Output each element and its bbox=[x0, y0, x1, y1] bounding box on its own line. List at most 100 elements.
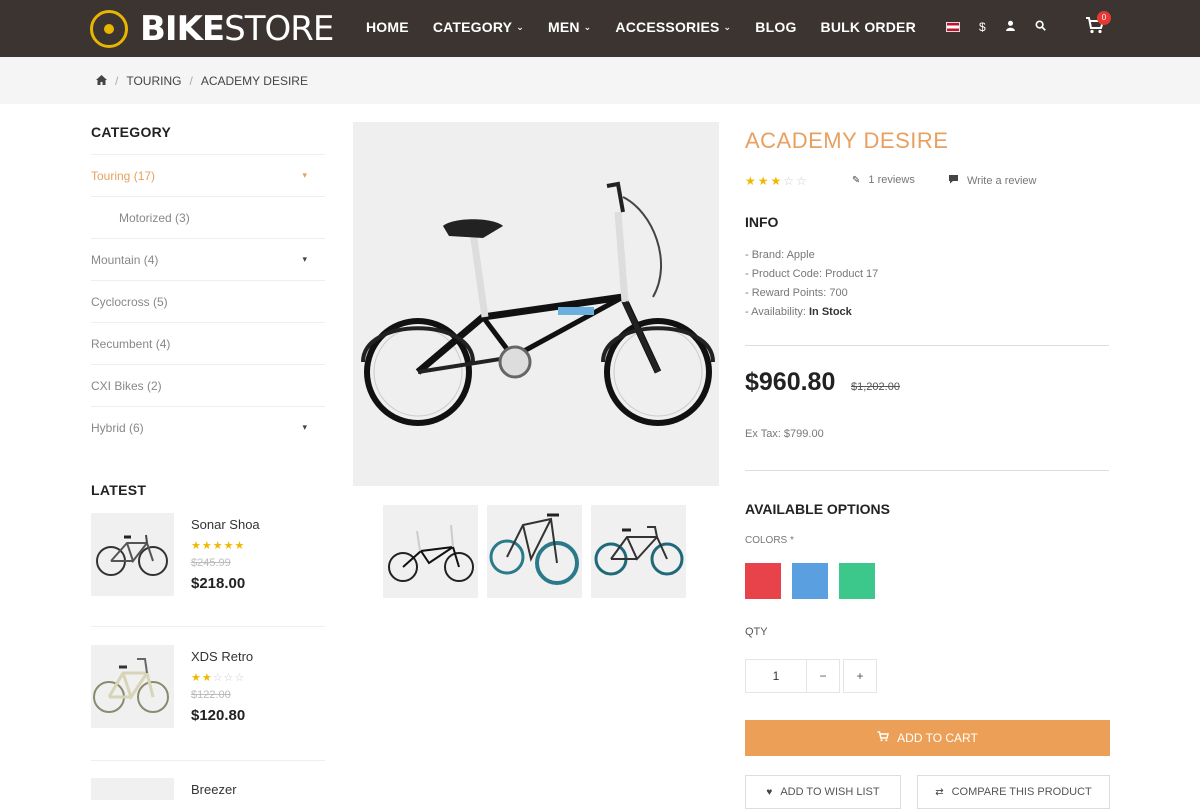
info-label: - Availability: bbox=[745, 306, 809, 318]
latest-item[interactable]: Breezer bbox=[91, 778, 325, 800]
breadcrumb-touring[interactable]: TOURING bbox=[126, 74, 181, 88]
product-thumb-1[interactable] bbox=[383, 505, 478, 598]
chevron-down-icon: ⌄ bbox=[516, 21, 524, 32]
latest-item-name[interactable]: Sonar Shoa bbox=[191, 517, 260, 532]
info-availability: - Availability: In Stock bbox=[745, 303, 878, 322]
site-logo[interactable]: BIKESTORE bbox=[90, 9, 334, 49]
product-thumb-2[interactable] bbox=[487, 505, 582, 598]
category-label: Motorized (3) bbox=[119, 210, 190, 225]
info-value: Apple bbox=[786, 249, 815, 261]
color-swatch-green[interactable] bbox=[839, 563, 875, 599]
latest-item-name[interactable]: Breezer bbox=[191, 782, 237, 797]
category-label: Cyclocross (5) bbox=[91, 294, 168, 309]
cart-icon bbox=[877, 731, 890, 745]
product-thumbnail[interactable] bbox=[91, 645, 174, 728]
cart-button[interactable]: 0 bbox=[1085, 11, 1111, 39]
latest-item-name[interactable]: XDS Retro bbox=[191, 649, 253, 664]
color-swatch-red[interactable] bbox=[745, 563, 781, 599]
user-icon[interactable] bbox=[1005, 20, 1016, 34]
category-label: CXI Bikes (2) bbox=[91, 378, 162, 393]
ex-tax-price: Ex Tax: $799.00 bbox=[745, 428, 824, 440]
heart-icon: ♥ bbox=[766, 786, 773, 798]
caret-down-icon[interactable]: ▾ bbox=[302, 254, 307, 265]
star-rating: ★★☆☆☆ bbox=[191, 672, 246, 684]
product-old-price: $1,202.00 bbox=[851, 381, 900, 393]
nav-home[interactable]: HOME bbox=[366, 19, 409, 35]
color-swatch-blue[interactable] bbox=[792, 563, 828, 599]
write-review-label: Write a review bbox=[967, 174, 1037, 187]
logo-text-light: STORE bbox=[224, 9, 334, 49]
add-to-cart-button[interactable]: ADD TO CART bbox=[745, 720, 1110, 756]
search-icon[interactable] bbox=[1035, 20, 1046, 34]
write-review-link[interactable]: Write a review bbox=[948, 174, 1036, 187]
category-item-recumbent[interactable]: Recumbent (4) bbox=[91, 322, 325, 364]
info-brand: - Brand: Apple bbox=[745, 246, 878, 265]
chevron-down-icon: ⌄ bbox=[583, 21, 592, 32]
product-main-image[interactable] bbox=[353, 122, 719, 486]
cart-count-badge: 0 bbox=[1097, 11, 1111, 25]
nav-men[interactable]: MEN ⌄ bbox=[548, 19, 591, 35]
qty-increase-button[interactable]: + bbox=[843, 659, 877, 693]
category-item-cyclocross[interactable]: Cyclocross (5) bbox=[91, 280, 325, 322]
category-item-cxi-bikes[interactable]: CXI Bikes (2) bbox=[91, 364, 325, 406]
caret-down-icon[interactable]: ▾ bbox=[302, 422, 307, 433]
info-product-code: - Product Code: Product 17 bbox=[745, 265, 878, 284]
nav-blog[interactable]: BLOG bbox=[755, 19, 796, 35]
category-list: Touring (17) ▾ Motorized (3) Mountain (4)… bbox=[91, 154, 325, 448]
info-value: 700 bbox=[829, 287, 848, 299]
chevron-down-icon: ⌄ bbox=[723, 21, 732, 32]
logo-text: BIKESTORE bbox=[140, 9, 334, 49]
latest-item[interactable]: Sonar Shoa ★★★★★ $245.99 $218.00 bbox=[91, 513, 325, 623]
qty-decrease-button[interactable]: − bbox=[806, 659, 840, 693]
caret-up-icon[interactable]: ▾ bbox=[302, 170, 307, 181]
product-thumb-3[interactable] bbox=[591, 505, 686, 598]
info-value: In Stock bbox=[809, 306, 852, 318]
add-to-cart-label: ADD TO CART bbox=[897, 731, 978, 745]
category-item-touring[interactable]: Touring (17) ▾ bbox=[91, 154, 325, 196]
logo-wheel-icon bbox=[90, 10, 128, 48]
category-label: Mountain (4) bbox=[91, 252, 159, 267]
language-flag-icon[interactable] bbox=[946, 22, 960, 32]
currency-button[interactable]: $ bbox=[979, 20, 986, 34]
nav-category[interactable]: CATEGORY ⌄ bbox=[433, 19, 524, 35]
qty-input[interactable]: 1 bbox=[745, 659, 807, 693]
latest-item-price: $218.00 bbox=[191, 575, 246, 592]
reviews-link[interactable]: ✎ 1 reviews bbox=[852, 174, 915, 186]
star-rating: ★★★★★ bbox=[191, 540, 246, 552]
add-to-wishlist-button[interactable]: ♥ ADD TO WISH LIST bbox=[745, 775, 901, 809]
category-label: Recumbent (4) bbox=[91, 336, 171, 351]
compare-product-button[interactable]: ⇄ COMPARE THIS PRODUCT bbox=[917, 775, 1110, 809]
options-title: AVAILABLE OPTIONS bbox=[745, 501, 890, 517]
breadcrumb-bar: / TOURING / ACADEMY DESIRE bbox=[0, 57, 1200, 104]
nav-bulk-order-label: BULK ORDER bbox=[820, 19, 916, 35]
category-label: Touring (17) bbox=[91, 168, 156, 183]
category-item-mountain[interactable]: Mountain (4) ▾ bbox=[91, 238, 325, 280]
product-thumbnails bbox=[383, 505, 695, 598]
product-star-rating: ★★★☆☆ bbox=[745, 174, 809, 188]
breadcrumb: / TOURING / ACADEMY DESIRE bbox=[96, 74, 308, 88]
nav-accessories[interactable]: ACCESSORIES ⌄ bbox=[615, 19, 731, 35]
divider bbox=[745, 345, 1109, 346]
nav-men-label: MEN bbox=[547, 19, 580, 35]
info-value: Product 17 bbox=[825, 268, 879, 280]
category-item-motorized[interactable]: Motorized (3) bbox=[91, 196, 325, 238]
info-title: INFO bbox=[745, 214, 779, 230]
compare-label: COMPARE THIS PRODUCT bbox=[951, 786, 1092, 798]
colors-label: COLORS * bbox=[745, 535, 794, 546]
info-label: - Reward Points: bbox=[745, 287, 830, 299]
product-title: ACADEMY DESIRE bbox=[745, 128, 949, 153]
category-item-hybrid[interactable]: Hybrid (6) ▾ bbox=[91, 406, 325, 448]
edit-icon: ✎ bbox=[852, 174, 861, 186]
home-icon[interactable] bbox=[96, 74, 107, 88]
product-thumbnail[interactable] bbox=[91, 513, 174, 596]
nav-category-label: CATEGORY bbox=[432, 19, 513, 35]
info-label: - Brand: bbox=[745, 249, 787, 261]
product-thumbnail[interactable] bbox=[91, 778, 174, 800]
wishlist-label: ADD TO WISH LIST bbox=[780, 786, 880, 798]
nav-bulk-order[interactable]: BULK ORDER bbox=[821, 19, 916, 35]
latest-item[interactable]: XDS Retro ★★☆☆☆ $122.00 $120.80 bbox=[91, 645, 325, 755]
category-title: CATEGORY bbox=[91, 124, 172, 140]
breadcrumb-separator: / bbox=[115, 74, 119, 88]
category-label: Hybrid (6) bbox=[91, 420, 144, 435]
info-label: - Product Code: bbox=[745, 268, 826, 280]
